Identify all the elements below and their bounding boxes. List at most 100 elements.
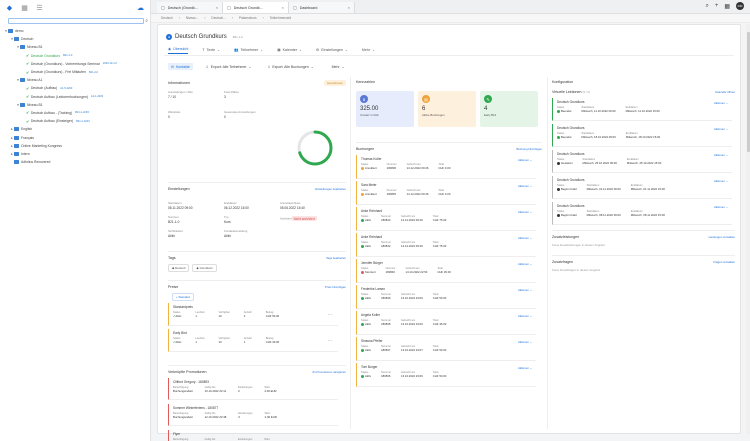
tree-item[interactable]: ✔ Deutsch (Aufbau) A1-5-2203 xyxy=(0,84,150,92)
lesson-card[interactable]: Deutsch Grundkurs Aktionen ⌄ Status Beendet… xyxy=(552,98,732,121)
action-2[interactable]: ⇩ Export: Alle Buchungen ⌄ xyxy=(264,63,316,70)
cloud-icon[interactable]: ☁ xyxy=(137,5,144,12)
tab-1[interactable]: ▢ Deutsch Grundk... × xyxy=(223,2,289,13)
avatar[interactable]: DM xyxy=(736,2,744,10)
booking-actions[interactable]: Aktionen ⌄ xyxy=(518,314,532,318)
booking-card[interactable]: Anke Reinhard Aktionen ⌄ Status Aktiv Nummer… xyxy=(356,207,536,231)
lesson-actions[interactable]: Aktionen ⌄ xyxy=(714,179,728,183)
tree-item[interactable]: ▾ Deutsch xyxy=(0,35,150,43)
add-booking-link[interactable]: Buchung hinzufügen xyxy=(516,147,542,151)
search-input[interactable] xyxy=(9,19,143,23)
promotion-card[interactable]: FlyerBerechtigungAngebotsprelseGültig bi… xyxy=(168,430,338,441)
booking-card[interactable]: Shawna Pfeifer Aktionen ⌄ Status Aktiv Numme… xyxy=(356,337,536,361)
tree-item[interactable]: ✔ Deutsch (Grundkurs) - Vorbereitungs Sem… xyxy=(0,60,150,68)
tree-item[interactable]: ▸ Intern xyxy=(0,150,150,158)
action-0[interactable]: ✉ Kontakte xyxy=(168,63,193,70)
breadcrumb-item[interactable]: Deutsch... xyxy=(211,16,225,20)
booking-card[interactable]: Tom Burger Aktionen ⌄ Status Aktiv Nummer 180… xyxy=(356,363,536,387)
booking-name: Tom Burger xyxy=(361,365,378,369)
lesson-card[interactable]: Deutsch Grundkurs Aktionen ⌄ Status Beginnt… xyxy=(552,202,732,225)
price-card[interactable]: Early Bird Status ✔Aktiv Laufzeit 1 Verfügbar… xyxy=(168,329,338,352)
search-icon[interactable]: ⌕ xyxy=(145,18,148,24)
tree-item[interactable]: ▾ Niveau B1 xyxy=(0,43,150,51)
booking-actions[interactable]: Aktionen ⌄ xyxy=(518,210,532,214)
tag-chip[interactable]: ◆ Grundkurs xyxy=(192,264,217,272)
booking-card[interactable]: Frederike Larsen Aktionen ⌄ Status Aktiv Num… xyxy=(356,285,536,309)
scrollbar[interactable] xyxy=(746,24,750,434)
booking-card[interactable]: Anke Reinhard Aktionen ⌄ Status Aktiv Nummer… xyxy=(356,233,536,257)
promotion-card[interactable]: Clifford Gregory - 180893 Berechtigung Buc… xyxy=(168,378,338,400)
tree-item[interactable]: ✔ Deutsch Aufbau - (Training) B21-1-2203 xyxy=(0,109,150,117)
lesson-actions[interactable]: Aktionen ⌄ xyxy=(714,205,728,209)
promotions-link[interactable]: Zu Promotionen navigieren xyxy=(312,370,346,374)
lesson-actions[interactable]: Aktionen ⌄ xyxy=(714,101,728,105)
nav-5[interactable]: Mehr ⌄ xyxy=(362,47,375,54)
lesson-card[interactable]: Deutsch Grundkurs Aktionen ⌄ Status Beendet… xyxy=(552,124,732,147)
plus-icon[interactable]: + xyxy=(715,3,719,9)
booking-actions[interactable]: Aktionen ⌄ xyxy=(518,236,532,240)
promotion-card[interactable]: Sommer Winterferiens - 180877 Berechtigun… xyxy=(168,404,338,426)
add-price-link[interactable]: Preis hinzufügen xyxy=(325,285,346,289)
booking-actions[interactable]: Aktionen ⌄ xyxy=(518,340,532,344)
booking-actions[interactable]: Aktionen ⌄ xyxy=(518,262,532,266)
settings-field: Typ Kurs xyxy=(224,215,231,224)
tree-item[interactable]: ▸ Français xyxy=(0,133,150,141)
settings-edit-link[interactable]: Einstellungen bearbeiten xyxy=(315,187,346,191)
apps-icon[interactable]: ▦ xyxy=(724,3,730,10)
more-icon[interactable]: ⋯ xyxy=(328,338,332,343)
open-calendar-link[interactable]: Kalender öffnen xyxy=(715,90,735,94)
tree-item[interactable]: ▾ demo xyxy=(0,27,150,35)
nav-3[interactable]: ▦ Kalender ⌄ xyxy=(277,47,302,54)
price-card[interactable]: Standardpreis Status ✔Aktiv Laufzeit 1 Verfüg… xyxy=(168,303,338,326)
manage-extras-link[interactable]: Leistungen verwalten xyxy=(709,235,735,239)
tree-item[interactable]: ✔ Deutsch (Grundkurs) - Frei Mitlaufen B21… xyxy=(0,68,150,76)
breadcrumb-item[interactable]: Deutsch xyxy=(161,16,173,20)
booking-actions[interactable]: Aktionen ⌄ xyxy=(518,288,532,292)
booking-actions[interactable]: Aktionen ⌄ xyxy=(518,158,532,162)
close-icon[interactable]: × xyxy=(348,5,350,10)
nav-0[interactable]: ◉ Übersicht xyxy=(168,47,189,54)
breadcrumb-item[interactable]: Präsenzkurs xyxy=(239,16,257,20)
booking-card[interactable]: Thomas Koller Aktionen ⌄ Status Annulliert N… xyxy=(356,155,536,179)
tree-item[interactable]: ✔ Deutsch Grundkurs B21-1-0 xyxy=(0,52,150,60)
action-1[interactable]: ⇩ Export: Alle Teilnehmer ⌄ xyxy=(203,63,255,70)
nav-4[interactable]: ⚙ Einstellungen ⌄ xyxy=(316,47,348,54)
tree-item[interactable]: ✔ Deutsch Aufbau (Lektorenbuchungen) A1-1-… xyxy=(0,93,150,101)
tree-item[interactable]: ▾ Niveau A1 xyxy=(0,76,150,84)
action-3[interactable]: Mehr ⌄ xyxy=(327,63,348,70)
scrollbar-thumb[interactable] xyxy=(746,32,750,152)
booking-card[interactable]: Sara Meier Aktionen ⌄ Status Annulliert Numm… xyxy=(356,181,536,205)
close-icon[interactable]: × xyxy=(216,5,218,10)
tree-item[interactable]: ✔ Deutsch Aufbau (Einsteiger) B21-1-2203 xyxy=(0,117,150,125)
grid-icon[interactable]: ▦ xyxy=(21,5,28,12)
lesson-card[interactable]: Deutsch Grundkurs Aktionen ⌄ Status Gestart… xyxy=(552,150,732,173)
tab-0[interactable]: ▢ Deutsch (Grundk... × xyxy=(157,2,223,13)
breadcrumb-item[interactable]: Niveau... xyxy=(186,16,199,20)
booking-card[interactable]: Jennifer Bürger Aktionen ⌄ Status Storniert… xyxy=(356,259,536,283)
lesson-actions[interactable]: Aktionen ⌄ xyxy=(714,127,728,131)
list-icon[interactable]: ☰ xyxy=(36,5,43,12)
search-icon[interactable]: ⌕ xyxy=(705,3,708,10)
tags-edit-link[interactable]: Tags bearbeiten xyxy=(326,256,346,260)
lesson-actions[interactable]: Aktionen ⌄ xyxy=(714,153,728,157)
tree-item[interactable]: Adfolius Recovered xyxy=(0,158,150,166)
close-icon[interactable]: × xyxy=(282,5,284,10)
tree-item[interactable]: ▸ Online Marketing Kongress xyxy=(0,142,150,150)
nav-1[interactable]: T Texte ⌄ xyxy=(202,47,220,54)
more-icon[interactable]: ⋯ xyxy=(328,312,332,317)
tree-item[interactable]: ▸ English xyxy=(0,125,150,133)
price-filter-chip[interactable]: + Standard xyxy=(172,293,194,301)
tab-2[interactable]: ▢ Dashboard × xyxy=(289,2,355,13)
nav-2[interactable]: 👥 Teilnehmer ⌄ xyxy=(234,47,263,54)
manage-questions-link[interactable]: Fragen verwalten xyxy=(713,260,735,264)
booking-actions[interactable]: Aktionen ⌄ xyxy=(518,366,532,370)
booking-actions[interactable]: Aktionen ⌄ xyxy=(518,184,532,188)
lesson-card[interactable]: Deutsch Grundkurs Aktionen ⌄ Status Beginnt… xyxy=(552,176,732,199)
col-value: 2 xyxy=(243,314,246,318)
tree-item[interactable]: ▾ Niveau B1 xyxy=(0,101,150,109)
tag-chip[interactable]: ◆ Deutsch xyxy=(168,264,190,272)
breadcrumb-item[interactable]: Teilnehmerzahl xyxy=(270,16,291,20)
booking-row: Status Aktiv Nummer 180836 Gebucht am 13.10.2… xyxy=(361,371,532,378)
booking-card[interactable]: Angela Koller Aktionen ⌄ Status Aktiv Nummer… xyxy=(356,311,536,335)
chevron-down-icon: ⌄ xyxy=(341,64,345,69)
